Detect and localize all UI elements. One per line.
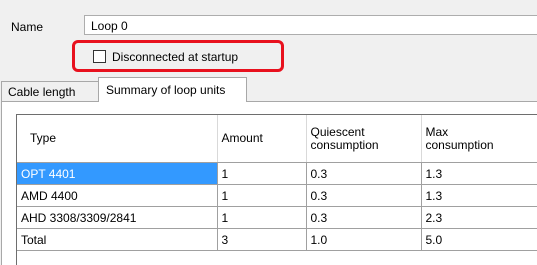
column-header-quiescent-consumption[interactable]: Quiescent consumption: [306, 115, 422, 163]
table-row[interactable]: AMD 4400 1 0.3 1.3: [17, 184, 537, 207]
cell-amount[interactable]: 3: [217, 228, 307, 251]
cell-quiescent[interactable]: 1.0: [306, 228, 422, 251]
tab-summary-of-loop-units[interactable]: Summary of loop units: [98, 77, 247, 102]
table-row[interactable]: OPT 4401 1 0.3 1.3: [17, 162, 537, 185]
cell-max[interactable]: 2.3: [421, 206, 537, 229]
cell-quiescent[interactable]: 0.3: [306, 162, 422, 185]
table-row[interactable]: Total 3 1.0 5.0: [17, 228, 537, 251]
column-header-type[interactable]: Type: [17, 115, 218, 163]
cell-quiescent[interactable]: 0.3: [306, 206, 422, 229]
column-header-max-consumption[interactable]: Max consumption: [421, 115, 537, 163]
cell-type[interactable]: AMD 4400: [17, 184, 218, 207]
name-input[interactable]: [84, 15, 537, 35]
cell-amount[interactable]: 1: [217, 206, 307, 229]
loop-units-grid: Type Amount Quiescent consumption Max co…: [16, 114, 537, 265]
cell-type[interactable]: AHD 3308/3309/2841: [17, 206, 218, 229]
cell-quiescent[interactable]: 0.3: [306, 184, 422, 207]
loop-properties-panel: Name Disconnected at startup Cable lengt…: [0, 0, 537, 265]
name-label: Name: [11, 20, 44, 34]
cell-amount[interactable]: 1: [217, 162, 307, 185]
cell-max[interactable]: 5.0: [421, 228, 537, 251]
column-header-amount[interactable]: Amount: [217, 115, 307, 163]
cell-max[interactable]: 1.3: [421, 162, 537, 185]
table-row[interactable]: AHD 3308/3309/2841 1 0.3 2.3: [17, 206, 537, 229]
tab-summary-label: Summary of loop units: [106, 83, 226, 97]
cell-max[interactable]: 1.3: [421, 184, 537, 207]
tab-cable-length-label: Cable length: [8, 85, 76, 99]
tab-cable-length[interactable]: Cable length: [1, 81, 99, 101]
disconnected-at-startup-checkbox[interactable]: [93, 50, 106, 63]
disconnected-at-startup-label[interactable]: Disconnected at startup: [112, 50, 238, 64]
cell-type[interactable]: Total: [17, 228, 218, 251]
cell-type[interactable]: OPT 4401: [17, 162, 218, 185]
grid-header-row: Type Amount Quiescent consumption Max co…: [17, 115, 537, 163]
cell-amount[interactable]: 1: [217, 184, 307, 207]
loop-units-table: Type Amount Quiescent consumption Max co…: [17, 115, 537, 251]
